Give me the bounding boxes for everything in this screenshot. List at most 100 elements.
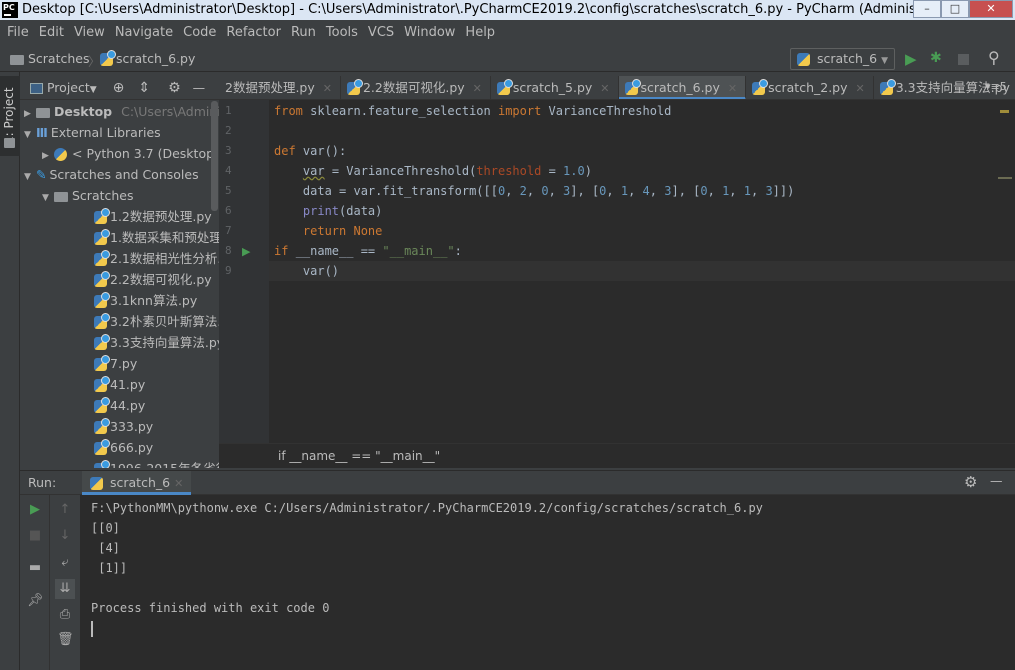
tree-item[interactable]: ▼ ✎ Scratches and Consoles xyxy=(20,164,219,185)
tab-label: scratch_5.py xyxy=(512,80,593,95)
crumb-label: scratch_6.py xyxy=(116,51,196,66)
close-tab-icon[interactable]: ✕ xyxy=(323,82,332,95)
tree-item[interactable]: 2.2数据可视化.py xyxy=(20,269,219,290)
tree-item[interactable]: ▼ Ⅲ External Libraries xyxy=(20,122,219,143)
soft-wrap-icon[interactable]: ⤶ xyxy=(57,555,73,571)
tree-item[interactable]: 41.py xyxy=(20,374,219,395)
project-tool-window-button[interactable]: 1: Project xyxy=(0,76,20,156)
tree-item[interactable]: 666.py xyxy=(20,437,219,458)
arrow-down-icon[interactable]: ↓ xyxy=(57,528,73,544)
tree-item[interactable]: 1996-2015年各省行.py xyxy=(20,458,219,468)
tab-2-py[interactable]: 2数据预处理.py ✕ xyxy=(219,76,341,99)
tree-item-label: 3.3支持向量算法.py xyxy=(110,335,219,350)
maximize-button[interactable]: □ xyxy=(941,0,969,18)
run-console[interactable]: F:\PythonMM\pythonw.exe C:/Users/Adminis… xyxy=(80,495,1015,670)
nav-crumb-file[interactable]: scratch_6.py xyxy=(100,50,196,66)
tab-scratch_6-py[interactable]: scratch_6.py ✕ xyxy=(618,76,747,99)
tree-item[interactable]: 1.2数据预处理.py xyxy=(20,206,219,227)
tree-item[interactable]: 44.py xyxy=(20,395,219,416)
warning-marker[interactable] xyxy=(1000,110,1009,113)
pin-icon[interactable]: 📌︎ xyxy=(27,593,44,609)
nav-crumb-scratches[interactable]: Scratches xyxy=(10,51,90,66)
trash-icon[interactable]: 🗑︎ xyxy=(57,632,74,648)
run-configuration-select[interactable]: scratch_6 ▼ xyxy=(790,48,895,70)
run-tab-scratch-6[interactable]: scratch_6 ✕ xyxy=(82,471,192,495)
tab-overflow-button[interactable]: ▾≡5 xyxy=(985,80,1007,93)
tab-label: 2.2数据可视化.py xyxy=(362,80,465,95)
menu-code[interactable]: Code xyxy=(178,22,221,44)
code-token-num: 4 xyxy=(642,184,650,198)
tab-scratch_2-py[interactable]: scratch_2.py ✕ xyxy=(746,76,874,99)
close-tab-icon[interactable]: ✕ xyxy=(473,82,482,95)
code-token-kw: import xyxy=(497,104,549,118)
python-file-icon xyxy=(752,79,769,95)
tree-item[interactable]: ▼ Scratches xyxy=(20,185,219,206)
minimize-button[interactable]: – xyxy=(913,0,941,18)
tree-scrollbar[interactable] xyxy=(211,101,218,211)
menu-run[interactable]: Run xyxy=(286,22,321,44)
tree-item[interactable]: 3.2朴素贝叶斯算法.py xyxy=(20,311,219,332)
menu-refactor[interactable]: Refactor xyxy=(221,22,286,44)
locate-icon[interactable]: ⊕ xyxy=(113,80,125,96)
gear-icon[interactable]: ⚙ xyxy=(964,473,977,491)
tree-item-label: 7.py xyxy=(110,356,138,371)
close-tab-icon[interactable]: ✕ xyxy=(728,82,737,95)
folder-icon xyxy=(36,107,50,118)
tab-scratch_5-py[interactable]: scratch_5.py ✕ xyxy=(491,76,619,99)
console-input[interactable] xyxy=(91,618,1015,638)
menu-edit[interactable]: Edit xyxy=(34,22,69,44)
menu-view[interactable]: View xyxy=(69,22,110,44)
tree-item[interactable]: ▶ Desktop C:\Users\Adminis xyxy=(20,101,219,122)
layout-icon[interactable]: ▬ xyxy=(27,560,43,576)
tree-item[interactable]: 3.1knn算法.py xyxy=(20,290,219,311)
tree-item[interactable]: ▶ < Python 3.7 (Desktop) > xyxy=(20,143,219,164)
menu-file[interactable]: File xyxy=(2,22,34,44)
stop-button[interactable] xyxy=(958,54,969,65)
collapse-all-icon[interactable]: ⇕ xyxy=(138,80,150,96)
error-stripe-marker[interactable] xyxy=(998,177,1012,179)
code-token-def: ], [ xyxy=(671,184,701,198)
menu-vcs[interactable]: VCS xyxy=(363,22,399,44)
tab-2-2-py[interactable]: 2.2数据可视化.py ✕ xyxy=(341,76,491,99)
line-number: 8 xyxy=(225,244,232,257)
arrow-up-icon[interactable]: ↑ xyxy=(57,502,73,518)
menu-help[interactable]: Help xyxy=(460,22,500,44)
project-view-select[interactable]: Project xyxy=(47,80,90,95)
tree-item[interactable]: 333.py xyxy=(20,416,219,437)
run-gutter-icon[interactable]: ▶ xyxy=(242,245,250,258)
menu-window[interactable]: Window xyxy=(399,22,460,44)
code-token-num: 0 xyxy=(700,184,708,198)
code-content[interactable]: from sklearn.feature_selection import Va… xyxy=(274,101,794,281)
line-number: 3 xyxy=(225,144,232,157)
scroll-to-end-icon[interactable]: ⇊ xyxy=(55,579,75,599)
editor-breadcrumb[interactable]: if __name__ == "__main__" xyxy=(219,443,1015,468)
search-everywhere-icon[interactable]: ⚲ xyxy=(988,48,1000,67)
project-tree: ▶ Desktop C:\Users\Adminis ▼ Ⅲ External Libr… xyxy=(20,101,219,468)
close-tab-icon[interactable]: ✕ xyxy=(856,82,865,95)
code-token-def: __name__ == xyxy=(295,244,383,258)
rerun-icon[interactable]: ▶ xyxy=(27,502,43,518)
menu-tools[interactable]: Tools xyxy=(321,22,363,44)
close-window-button[interactable]: ✕ xyxy=(969,0,1013,18)
hide-panel-icon[interactable]: — xyxy=(193,80,206,95)
python-file-icon xyxy=(94,355,110,371)
line-number: 7 xyxy=(225,224,232,237)
print-icon[interactable]: ⎙ xyxy=(57,607,73,623)
folder-icon xyxy=(10,54,24,65)
run-button[interactable]: ▶ xyxy=(905,50,917,68)
gear-icon[interactable]: ⚙ xyxy=(168,80,181,96)
tree-item[interactable]: 1.数据采集和预处理.py xyxy=(20,227,219,248)
stop-icon[interactable]: ■ xyxy=(27,528,43,544)
tree-item[interactable]: 3.3支持向量算法.py xyxy=(20,332,219,353)
code-token-def: var(): xyxy=(302,144,347,158)
window-title: Desktop [C:\Users\Administrator\Desktop]… xyxy=(22,2,958,17)
tree-item[interactable]: 2.1数据相光性分析.py xyxy=(20,248,219,269)
python-file-icon xyxy=(94,250,110,266)
hide-panel-icon[interactable]: — xyxy=(990,473,1003,488)
menu-navigate[interactable]: Navigate xyxy=(110,22,178,44)
close-icon[interactable]: ✕ xyxy=(174,477,183,490)
line-number: 6 xyxy=(225,204,232,217)
tree-item[interactable]: 7.py xyxy=(20,353,219,374)
close-tab-icon[interactable]: ✕ xyxy=(600,82,609,95)
debug-button[interactable]: ✱ xyxy=(930,50,942,66)
